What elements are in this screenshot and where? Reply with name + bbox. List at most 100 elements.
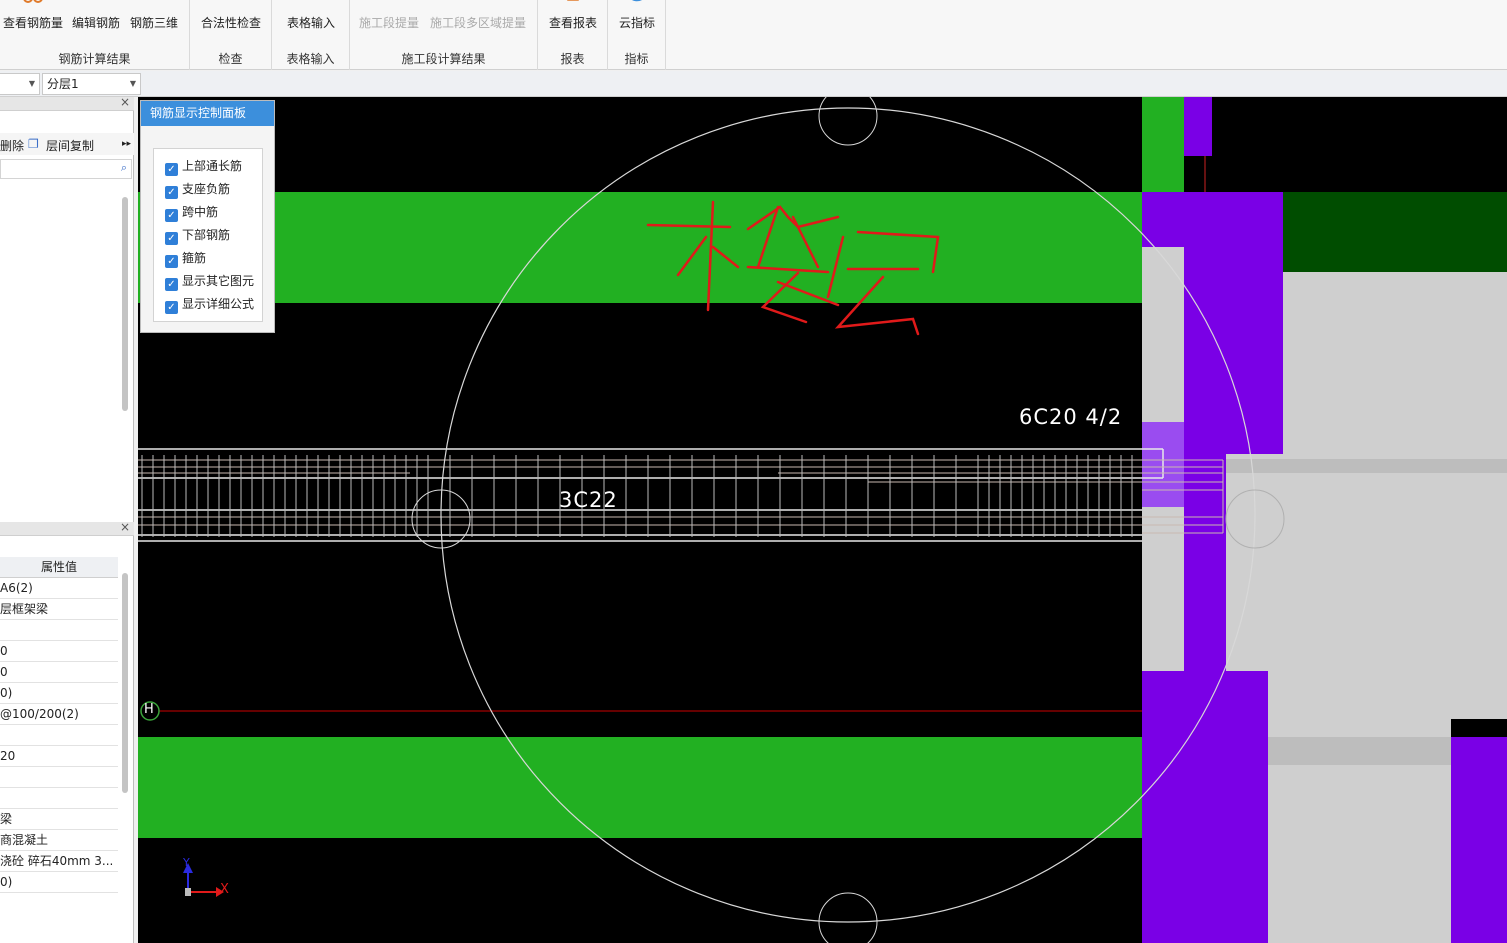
floor-select[interactable]: ▼ (0, 73, 40, 95)
display-option-label: 支座负筋 (182, 182, 231, 196)
property-table: 属性值 A6(2) 层框架梁 0 0 0) @100/200(2) 20 梁商混凝土 浇砼 碎石… (0, 557, 118, 893)
beam-green-bottom (138, 737, 1142, 838)
floor-copy-button[interactable]: 层间复制 (46, 137, 94, 154)
rebar-3d-icon (143, 0, 165, 6)
drawing-canvas[interactable]: 6C20 4/2 3C22 H X Y (138, 97, 1507, 943)
ribbon-group-index: 云指标 指标 (608, 0, 666, 70)
report-icon (567, 0, 579, 1)
close-icon[interactable]: × (120, 95, 130, 109)
checkbox-icon[interactable]: ✓ (165, 186, 178, 199)
display-option-checkbox[interactable]: ✓ 显示详细公式 (165, 295, 255, 314)
layer-select[interactable]: 分层1 ▼ (42, 73, 141, 95)
display-option-label: 跨中筋 (182, 205, 219, 219)
wall-purple-mid (1184, 454, 1226, 704)
slab-gray-mid (1226, 454, 1507, 719)
ucs-x-label: X (220, 882, 230, 897)
property-row[interactable] (0, 767, 118, 788)
property-row[interactable]: 层框架梁 (0, 599, 118, 620)
view-rebar-quantity-button[interactable]: 查看钢筋量 (2, 0, 64, 46)
property-scrollbar[interactable] (122, 573, 128, 793)
edit-rebar-button[interactable]: 编辑钢筋 (70, 0, 122, 46)
copy-icon: ❐ (28, 137, 39, 151)
checkbox-icon[interactable]: ✓ (165, 301, 178, 314)
component-list-scrollbar[interactable] (122, 197, 128, 411)
component-toolbar: 删除 ❐ 层间复制 ▸▸ (0, 133, 134, 155)
property-row[interactable]: 0) (0, 683, 118, 704)
display-option-label: 下部钢筋 (182, 228, 231, 242)
property-row[interactable]: 商混凝土 (0, 830, 118, 851)
ribbon-group-label: 钢筋计算结果 (58, 52, 131, 66)
slab-gray-band-bottom (1268, 737, 1451, 765)
axis-bubble-top (818, 97, 878, 146)
display-option-label: 箍筋 (182, 251, 207, 265)
close-icon[interactable]: × (120, 520, 130, 534)
ribbon-toolbar: 查看钢筋量 编辑钢筋 钢筋三维 钢筋计算结果 合法性检查 检查 表格输入 表格输… (0, 0, 1507, 70)
display-option-checkbox[interactable]: ✓ 支座负筋 (165, 180, 231, 199)
slab-dark-green (1283, 192, 1507, 272)
property-row[interactable]: 浇砼 碎石40mm 3... (0, 851, 118, 872)
column-green (1142, 97, 1184, 192)
property-row[interactable]: 0) (0, 872, 118, 893)
display-option-label: 显示详细公式 (182, 297, 255, 311)
more-icon[interactable]: ▸▸ (122, 139, 131, 149)
display-option-label: 显示其它图元 (182, 274, 255, 288)
property-panel-header: × (0, 520, 134, 536)
rebar-3d-button[interactable]: 钢筋三维 (128, 0, 180, 46)
checkbox-icon[interactable]: ✓ (165, 255, 178, 268)
validity-check-button[interactable]: 合法性检查 (198, 0, 264, 46)
segment-quantity-button[interactable]: 施工段提量 (356, 0, 422, 46)
segment-multi-area-quantity-button[interactable]: 施工段多区域提量 (428, 0, 528, 46)
rebar-label-top: 6C20 4/2 (1019, 405, 1123, 429)
checkbox-icon[interactable]: ✓ (165, 278, 178, 291)
ribbon-group-label: 施工段计算结果 (401, 52, 486, 66)
ribbon-group-label: 检查 (218, 52, 243, 66)
checkbox-icon[interactable]: ✓ (165, 163, 178, 176)
table-input-button[interactable]: 表格输入 (278, 0, 344, 46)
display-option-checkbox[interactable]: ✓ 下部钢筋 (165, 226, 231, 245)
ribbon-group-label: 表格输入 (286, 52, 335, 66)
rebar-display-control-panel: 钢筋显示控制面板 ✓ 上部通长筋 ✓ 支座负筋 ✓ 跨中筋 ✓ 下部钢筋 ✓ 箍筋 ✓ 显示其它图元 ✓… (140, 100, 275, 333)
check-icon (220, 0, 242, 6)
ribbon-group-check: 合法性检查 检查 (190, 0, 272, 70)
chevron-down-icon: ▼ (28, 79, 35, 88)
property-row[interactable] (0, 620, 118, 641)
display-option-checkbox[interactable]: ✓ 显示其它图元 (165, 272, 255, 291)
property-row[interactable] (0, 788, 118, 809)
property-row[interactable]: A6(2) (0, 578, 118, 599)
ribbon-group-table-input: 表格输入 表格输入 (272, 0, 350, 70)
slab-gray-band (1226, 459, 1507, 473)
chevron-down-icon: ▼ (129, 79, 136, 88)
ribbon-group-segment-results: 施工段提量 施工段多区域提量 施工段计算结果 (350, 0, 538, 70)
ucs-y-label: Y (183, 856, 191, 869)
cloud-icon (631, 0, 643, 2)
property-row[interactable]: 梁 (0, 809, 118, 830)
search-input[interactable]: ⌕ (0, 159, 132, 179)
property-row[interactable]: 0 (0, 662, 118, 683)
property-row[interactable]: 20 (0, 746, 118, 767)
display-options: ✓ 上部通长筋 ✓ 支座负筋 ✓ 跨中筋 ✓ 下部钢筋 ✓ 箍筋 ✓ 显示其它图元 ✓ 显示详细公式 (153, 148, 263, 322)
display-option-checkbox[interactable]: ✓ 跨中筋 (165, 203, 219, 222)
control-panel-title: 钢筋显示控制面板 (141, 101, 274, 126)
checkbox-icon[interactable]: ✓ (165, 209, 178, 222)
cloud-index-button[interactable]: 云指标 (612, 0, 662, 46)
ribbon-group-label: 指标 (624, 52, 649, 66)
table-icon (300, 0, 322, 6)
slab-gray-upper (1283, 272, 1507, 454)
glasses-icon (23, 0, 43, 3)
component-list-header: × (0, 95, 134, 111)
delete-button[interactable]: 删除 (0, 137, 24, 154)
display-option-label: 上部通长筋 (182, 159, 243, 173)
left-panel: × 删除 ❐ 层间复制 ▸▸ ⌕ × 属性值 A6(2) 层框架梁 0 0 0) @100… (0, 95, 134, 943)
column-purple-bottom-right (1451, 737, 1507, 943)
selector-bar: ▼ 分层1 ▼ (0, 71, 1507, 97)
property-row[interactable]: @100/200(2) (0, 704, 118, 725)
property-row[interactable]: 0 (0, 641, 118, 662)
view-report-button[interactable]: 查看报表 (542, 0, 604, 46)
display-option-checkbox[interactable]: ✓ 箍筋 (165, 249, 207, 268)
checkbox-icon[interactable]: ✓ (165, 232, 178, 245)
display-option-checkbox[interactable]: ✓ 上部通长筋 (165, 157, 243, 176)
property-row[interactable] (0, 725, 118, 746)
beam-green-top (138, 192, 1142, 303)
column-purple-top (1184, 97, 1212, 156)
property-value-column-header: 属性值 (0, 557, 118, 578)
